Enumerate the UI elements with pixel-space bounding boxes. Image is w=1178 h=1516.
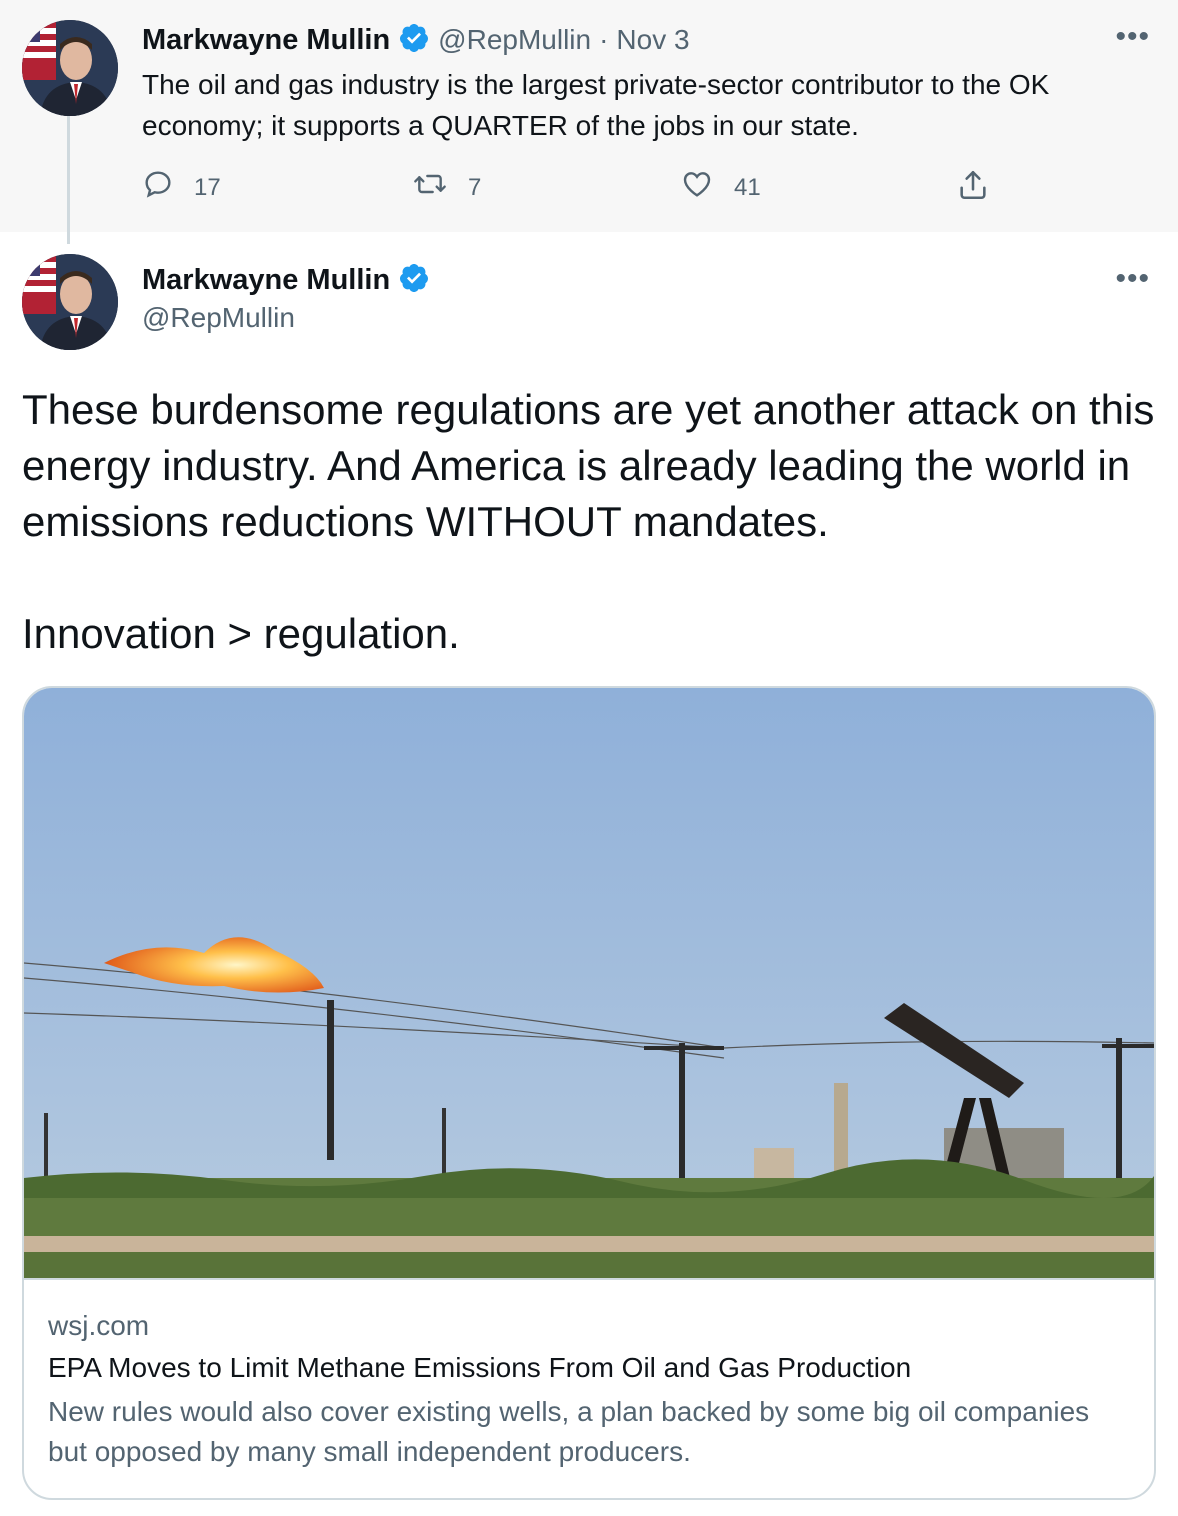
- author-name[interactable]: Markwayne Mullin: [142, 264, 390, 297]
- more-options-icon[interactable]: •••: [1115, 20, 1150, 54]
- dot-separator: ·: [599, 24, 609, 55]
- parent-handle[interactable]: @RepMullin: [438, 24, 591, 56]
- parent-author-name[interactable]: Markwayne Mullin: [142, 24, 390, 57]
- tweet-text: These burdensome regulations are yet ano…: [22, 386, 1155, 545]
- avatar[interactable]: [22, 254, 118, 350]
- verified-badge-icon: [398, 22, 430, 59]
- like-count: 41: [734, 173, 761, 201]
- reply-icon: [142, 168, 174, 207]
- share-button[interactable]: [956, 168, 990, 209]
- retweet-icon: [412, 168, 448, 207]
- parent-tweet-text: The oil and gas industry is the largest …: [142, 69, 1050, 141]
- article-image: [24, 688, 1154, 1278]
- card-divider: [24, 1278, 1154, 1280]
- more-options-icon[interactable]: •••: [1115, 262, 1150, 296]
- link-domain: wsj.com: [48, 1310, 150, 1341]
- link-card[interactable]: wsj.com EPA Moves to Limit Methane Emiss…: [22, 686, 1156, 1500]
- like-button[interactable]: 41: [680, 168, 761, 207]
- retweet-count: 7: [468, 173, 482, 201]
- verified-badge-icon: [398, 262, 430, 299]
- thread-connector: [67, 116, 70, 244]
- link-title: EPA Moves to Limit Methane Emissions Fro…: [48, 1352, 912, 1383]
- handle[interactable]: @RepMullin: [142, 302, 295, 334]
- avatar[interactable]: [22, 20, 118, 116]
- tweet-text-2: Innovation > regulation.: [22, 610, 460, 657]
- heart-icon: [680, 168, 714, 207]
- retweet-button[interactable]: 7: [412, 168, 481, 207]
- share-icon: [956, 168, 990, 209]
- reply-count: 17: [194, 173, 221, 201]
- reply-button[interactable]: 17: [142, 168, 221, 207]
- link-description: New rules would also cover existing well…: [48, 1396, 1090, 1467]
- parent-date[interactable]: Nov 3: [616, 24, 689, 56]
